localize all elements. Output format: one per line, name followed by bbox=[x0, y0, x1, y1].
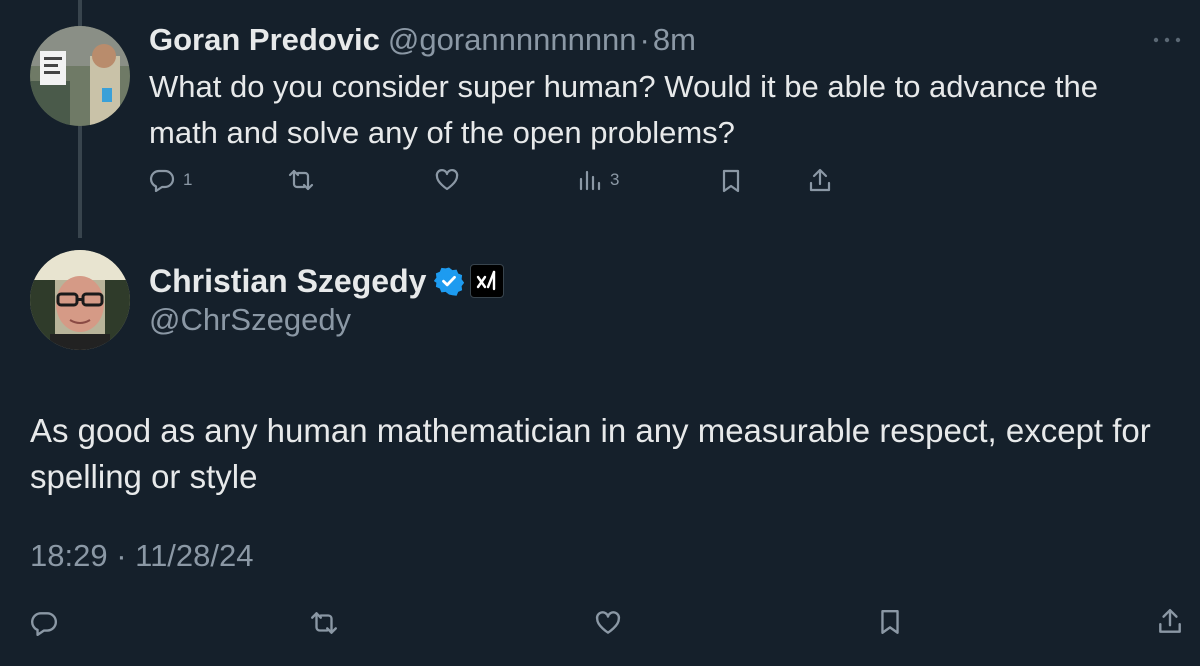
main-tweet-text: As good as any human mathematician in an… bbox=[30, 412, 1151, 495]
share-icon bbox=[1157, 608, 1183, 636]
parent-tweet-text: What do you consider super human? Would … bbox=[149, 69, 1098, 150]
parent-tweet-header: Goran Predovic @gorannnnnnnnn · 8m bbox=[149, 20, 696, 60]
author-handle[interactable]: @gorannnnnnnnn bbox=[388, 22, 637, 58]
views-button[interactable]: 3 bbox=[578, 168, 619, 192]
bookmark-button[interactable] bbox=[720, 168, 742, 194]
retweet-icon bbox=[287, 168, 315, 192]
analytics-icon bbox=[578, 168, 602, 192]
more-options-icon[interactable] bbox=[1152, 24, 1182, 50]
main-tweet-header: Christian Szegedy bbox=[149, 260, 505, 302]
separator-dot: · bbox=[639, 22, 650, 57]
xai-affiliate-icon[interactable] bbox=[470, 264, 505, 298]
reply-icon bbox=[149, 168, 175, 192]
main-bookmark-button[interactable] bbox=[878, 608, 902, 636]
share-button[interactable] bbox=[808, 168, 832, 194]
avatar-goran-predovic[interactable] bbox=[30, 26, 130, 126]
reply-count: 1 bbox=[183, 170, 193, 189]
share-icon bbox=[808, 168, 832, 194]
author-name[interactable]: Christian Szegedy bbox=[149, 263, 426, 300]
bookmark-icon bbox=[720, 168, 742, 194]
main-share-button[interactable] bbox=[1157, 608, 1183, 636]
retweet-button[interactable] bbox=[287, 168, 315, 192]
heart-icon bbox=[594, 610, 622, 636]
views-count: 3 bbox=[610, 170, 620, 189]
like-button[interactable] bbox=[434, 168, 460, 192]
main-retweet-button[interactable] bbox=[309, 610, 339, 636]
tweet-relative-time[interactable]: 8m bbox=[653, 22, 696, 58]
retweet-icon bbox=[309, 610, 339, 636]
main-reply-button[interactable] bbox=[30, 610, 58, 636]
reply-button[interactable]: 1 bbox=[149, 168, 192, 192]
heart-icon bbox=[434, 168, 460, 192]
main-like-button[interactable] bbox=[594, 610, 622, 636]
author-name[interactable]: Goran Predovic bbox=[149, 22, 380, 58]
author-handle[interactable]: @ChrSzegedy bbox=[149, 302, 351, 338]
verified-badge-icon[interactable] bbox=[434, 266, 465, 296]
reply-icon bbox=[30, 610, 58, 636]
bookmark-icon bbox=[878, 608, 902, 636]
tweet-timestamp[interactable]: 18:29 · 11/28/24 bbox=[30, 538, 254, 574]
avatar-christian-szegedy[interactable] bbox=[30, 250, 130, 350]
